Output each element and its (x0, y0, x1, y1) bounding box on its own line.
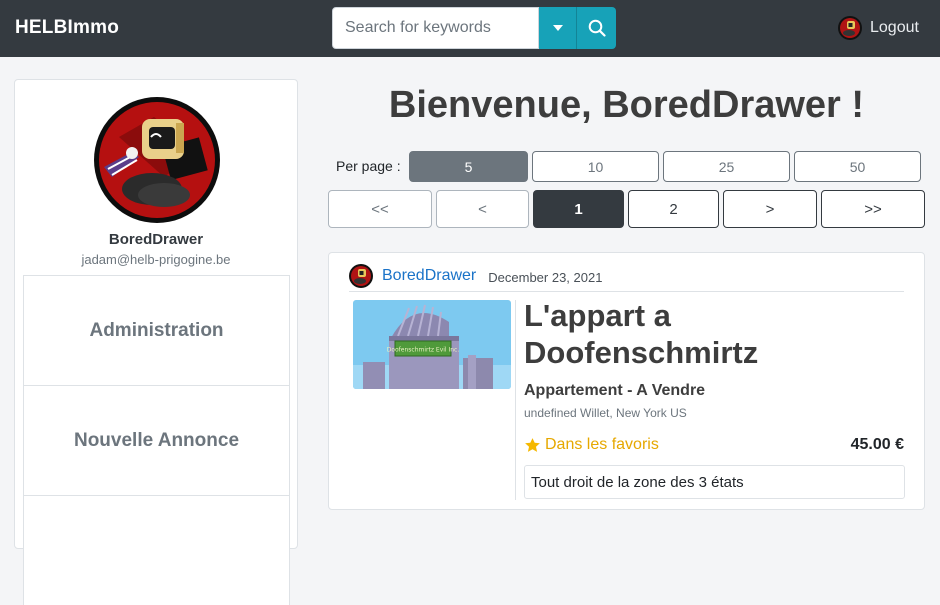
listing-address: undefined Willet, New York US (524, 406, 687, 420)
brand-logo[interactable]: HELBImmo (15, 17, 119, 39)
sidebar-item-administration[interactable]: Administration (23, 275, 290, 385)
pagination-page-1[interactable]: 1 (533, 190, 624, 228)
favorite-toggle[interactable]: Dans les favoris (524, 436, 659, 454)
per-page-label: Per page : (336, 158, 401, 174)
profile-email: jadam@helb-prigogine.be (81, 252, 231, 267)
listing-description: Tout droit de la zone des 3 états (524, 465, 905, 499)
per-page-option-10[interactable]: 10 (532, 151, 659, 182)
pagination-prev-button[interactable]: < (436, 190, 529, 228)
profile-username: BoredDrawer (108, 231, 204, 248)
star-icon (525, 437, 540, 452)
listing-type: Appartement - A Vendre (524, 382, 706, 399)
page-title: Bienvenue, BoredDrawer ! (388, 84, 865, 126)
pagination-next-button[interactable]: > (723, 190, 817, 228)
top-navbar: HELBImmo Logout (0, 0, 940, 57)
search-group (332, 7, 616, 49)
sidebar-item-nouvelle-annonce[interactable]: Nouvelle Annonce (23, 385, 290, 495)
listing-author-link[interactable]: BoredDrawer (382, 267, 476, 285)
thumbnail-sign-text: Doofenschmirtz Evil Inc. (387, 347, 460, 354)
listing-price: 45.00 € (850, 436, 904, 453)
logout-label: Logout (870, 19, 919, 36)
listing-date: December 23, 2021 (488, 269, 603, 285)
profile-avatar (94, 97, 220, 223)
search-filter-dropdown-button[interactable] (539, 7, 577, 49)
pagination-first-button[interactable]: << (328, 190, 432, 228)
listing-thumbnail[interactable]: Doofenschmirtz Evil Inc. (353, 300, 511, 389)
profile-sidebar: BoredDrawer jadam@helb-prigogine.be Admi… (14, 79, 298, 605)
logout-link[interactable]: Logout (838, 16, 919, 40)
search-icon (588, 19, 606, 37)
search-input[interactable] (332, 7, 539, 49)
pagination-last-button[interactable]: >> (821, 190, 925, 228)
listing-card-header: BoredDrawer December 23, 2021 (349, 264, 904, 292)
per-page-option-50[interactable]: 50 (794, 151, 921, 182)
per-page-option-5[interactable]: 5 (409, 151, 528, 182)
search-button[interactable] (577, 7, 616, 49)
sidebar-item-next[interactable] (23, 495, 290, 605)
favorite-label: Dans les favoris (545, 436, 659, 453)
per-page-option-25[interactable]: 25 (663, 151, 790, 182)
card-divider (515, 300, 516, 500)
caret-down-icon (552, 25, 563, 31)
sidebar-menu: Administration Nouvelle Annonce (23, 275, 290, 605)
listing-title[interactable]: L'appart a Doofenschmirtz (524, 297, 824, 371)
user-avatar-icon (838, 16, 862, 40)
author-avatar-icon (349, 264, 373, 288)
pagination-page-2[interactable]: 2 (628, 190, 719, 228)
listing-card: BoredDrawer December 23, 2021 Doofenschm… (328, 252, 925, 510)
